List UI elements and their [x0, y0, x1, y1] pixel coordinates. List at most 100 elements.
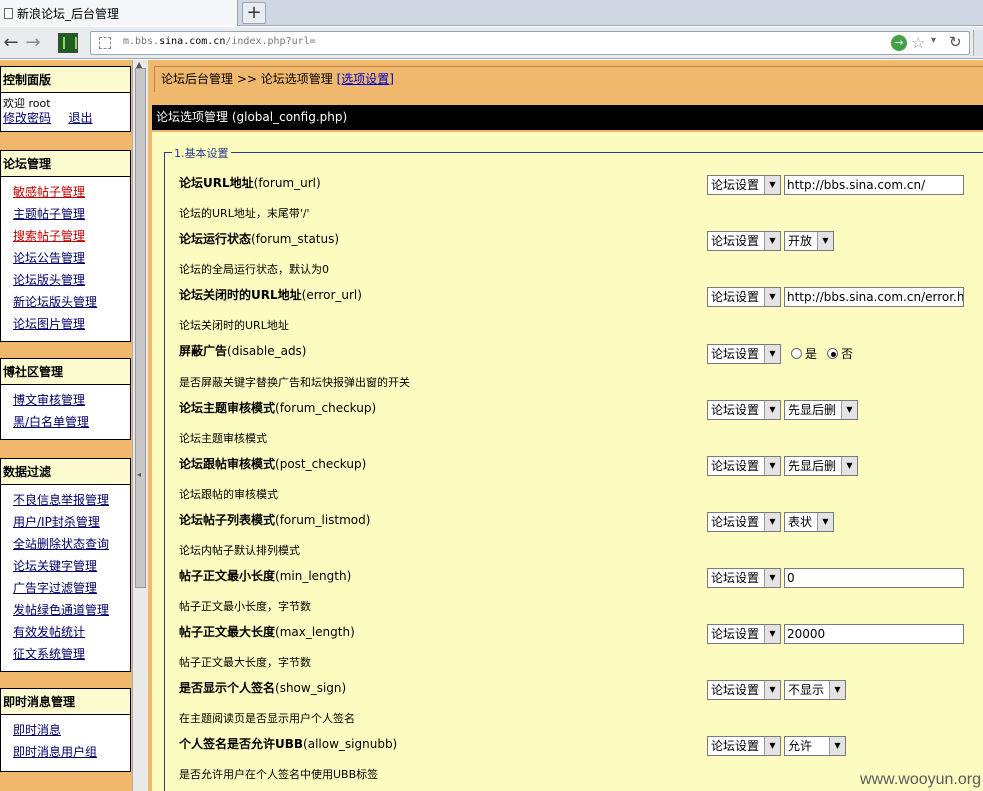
navigation-bar: ← → m.bbs.sina.com.cn/index.php?url= → ☆… [0, 27, 983, 59]
scope-select[interactable]: 论坛设置 ▼ [707, 512, 781, 532]
sidebar-item-search-posts[interactable]: 搜索帖子管理 [13, 225, 130, 247]
show-sign-select[interactable]: 不显示 ▼ [784, 680, 846, 700]
setting-title: 帖子正文最大长度(max_length) [179, 625, 355, 639]
extension-icon[interactable] [58, 33, 78, 53]
sidebar-item-post-stats[interactable]: 有效发帖统计 [13, 621, 130, 643]
page-icon [4, 7, 13, 19]
setting-description: 论坛的全局运行状态，默认为0 [179, 263, 329, 276]
setting-controls: 论坛设置 ▼ 0 [707, 568, 964, 588]
tab-strip: 新浪论坛_后台管理 + [0, 0, 983, 26]
new-tab-button[interactable]: + [242, 2, 266, 24]
forum-checkup-select[interactable]: 先显后删 ▼ [784, 400, 858, 420]
setting-description: 帖子正文最小长度，字节数 [179, 600, 311, 613]
chevron-down-icon: ▼ [764, 232, 780, 250]
change-password-link[interactable]: 修改密码 [3, 111, 51, 125]
sidebar-item-delete-status[interactable]: 全站删除状态查询 [13, 533, 130, 555]
setting-title: 论坛帖子列表模式(forum_listmod) [179, 513, 371, 527]
chevron-down-icon: ▼ [764, 345, 780, 363]
max-length-input[interactable]: 20000 [784, 624, 964, 644]
sidebar-item-instant-message[interactable]: 即时消息 [13, 719, 130, 741]
sidebar-item-user-ip-ban[interactable]: 用户/IP封杀管理 [13, 511, 130, 533]
error-url-input[interactable]: http://bbs.sina.com.cn/error.html [784, 287, 964, 307]
post-checkup-select[interactable]: 先显后删 ▼ [784, 456, 858, 476]
scope-select[interactable]: 论坛设置 ▼ [707, 400, 781, 420]
sidebar-item-ad-filter[interactable]: 广告字过滤管理 [13, 577, 130, 599]
tab-title: 新浪论坛_后台管理 [17, 6, 120, 21]
chevron-down-icon: ▼ [764, 681, 780, 699]
setting-controls: 论坛设置 ▼ http://bbs.sina.com.cn/ [707, 175, 964, 195]
setting-title: 论坛主题审核模式(forum_checkup) [179, 401, 377, 415]
sidebar-item-topic-posts[interactable]: 主题帖子管理 [13, 203, 130, 225]
scope-select[interactable]: 论坛设置 ▼ [707, 680, 781, 700]
chevron-down-icon: ▼ [764, 176, 780, 194]
breadcrumb-current: 论坛选项管理 [260, 72, 333, 86]
chevron-down-icon: ▼ [841, 401, 857, 419]
setting-controls: 论坛设置 ▼ 开放 ▼ [707, 231, 834, 251]
sidebar-item-announcements[interactable]: 论坛公告管理 [13, 247, 130, 269]
sidebar-item-keywords[interactable]: 论坛关键字管理 [13, 555, 130, 577]
chevron-down-icon: ▼ [764, 513, 780, 531]
splitter-handle-icon[interactable]: ◂ [137, 470, 141, 479]
setting-description: 论坛的URL地址，末尾带'/' [179, 207, 310, 220]
back-arrow-icon[interactable]: ← [0, 32, 22, 54]
scope-select[interactable]: 论坛设置 ▼ [707, 736, 781, 756]
sidebar-item-report[interactable]: 不良信息举报管理 [13, 489, 130, 511]
scope-select[interactable]: 论坛设置 ▼ [707, 175, 781, 195]
sidebar-item-black-white-list[interactable]: 黑/白名单管理 [13, 411, 130, 433]
reload-icon[interactable]: ↻ [949, 33, 962, 51]
chevron-down-icon: ▼ [764, 401, 780, 419]
setting-description: 在主题阅读页是否显示用户个人签名 [179, 712, 355, 725]
forum-status-select[interactable]: 开放 ▼ [784, 231, 834, 251]
browser-tab[interactable]: 新浪论坛_后台管理 [0, 0, 238, 26]
scope-select[interactable]: 论坛设置 ▼ [707, 287, 781, 307]
frame-scrollbar[interactable]: ▲ ◂ [132, 60, 148, 791]
scope-select[interactable]: 论坛设置 ▼ [707, 344, 781, 364]
setting-title: 帖子正文最小长度(min_length) [179, 569, 352, 583]
setting-description: 是否允许用户在个人签名中使用UBB标签 [179, 768, 379, 781]
setting-controls: 论坛设置 ▼ 先显后删 ▼ [707, 400, 858, 420]
left-menu-frame: 控制面版 欢迎 root 修改密码 退出 论坛管理 敏感帖子管理 主题帖子管理 … [0, 60, 132, 791]
sidebar-item-green-channel[interactable]: 发帖绿色通道管理 [13, 599, 130, 621]
setting-controls: 论坛设置 ▼ 是否 [707, 344, 853, 364]
options-settings-link[interactable]: [选项设置] [337, 72, 394, 86]
sidebar-item-new-forum-headers[interactable]: 新论坛版头管理 [13, 291, 130, 313]
scope-select[interactable]: 论坛设置 ▼ [707, 231, 781, 251]
blog-management-title: 博社区管理 [1, 359, 130, 385]
address-bar[interactable]: m.bbs.sina.com.cn/index.php?url= → ☆ ▾ ↻ [90, 31, 970, 55]
sidebar-item-blog-review[interactable]: 博文审核管理 [13, 389, 130, 411]
sidebar-item-message-groups[interactable]: 即时消息用户组 [13, 741, 130, 763]
min-length-input[interactable]: 0 [784, 568, 964, 588]
scope-select[interactable]: 论坛设置 ▼ [707, 624, 781, 644]
chevron-down-icon[interactable]: ▾ [931, 35, 936, 46]
watermark: www.wooyun.org [860, 771, 981, 788]
scope-select[interactable]: 论坛设置 ▼ [707, 456, 781, 476]
setting-controls: 论坛设置 ▼ 20000 [707, 624, 964, 644]
disable-ads-yes-radio[interactable]: 是 [791, 344, 817, 364]
chevron-down-icon: ▼ [764, 569, 780, 587]
setting-description: 论坛跟帖的审核模式 [179, 488, 278, 501]
chevron-down-icon: ▼ [817, 513, 833, 531]
sidebar-item-essay-system[interactable]: 征文系统管理 [13, 643, 130, 665]
forward-arrow-icon[interactable]: → [22, 32, 44, 54]
chevron-down-icon: ▼ [764, 625, 780, 643]
welcome-area: 欢迎 root 修改密码 退出 [1, 93, 130, 130]
forum-listmod-select[interactable]: 表状 ▼ [784, 512, 834, 532]
scope-select[interactable]: 论坛设置 ▼ [707, 568, 781, 588]
bookmark-star-icon[interactable]: ☆ [911, 33, 925, 52]
forum-url-input[interactable]: http://bbs.sina.com.cn/ [784, 175, 964, 195]
setting-title: 论坛运行状态(forum_status) [179, 232, 340, 246]
url-text[interactable]: m.bbs.sina.com.cn/index.php?url= [123, 36, 316, 47]
scrollbar-thumb[interactable] [135, 68, 146, 588]
sidebar-item-forum-images[interactable]: 论坛图片管理 [13, 313, 130, 335]
logout-link[interactable]: 退出 [69, 111, 93, 125]
main-frame: 论坛后台管理 >> 论坛选项管理 [选项设置] 论坛选项管理 (global_c… [148, 60, 983, 791]
sidebar-item-sensitive-posts[interactable]: 敏感帖子管理 [13, 181, 130, 203]
sidebar-item-forum-headers[interactable]: 论坛版头管理 [13, 269, 130, 291]
forum-management-title: 论坛管理 [1, 151, 130, 177]
welcome-text: 欢迎 root [3, 97, 51, 110]
setting-title: 论坛URL地址(forum_url) [179, 176, 321, 190]
control-panel-title: 控制面版 [1, 67, 130, 93]
go-arrow-icon[interactable]: → [891, 35, 907, 51]
disable-ads-no-radio[interactable]: 否 [827, 344, 853, 364]
allow-signubb-select[interactable]: 允许 ▼ [784, 736, 846, 756]
